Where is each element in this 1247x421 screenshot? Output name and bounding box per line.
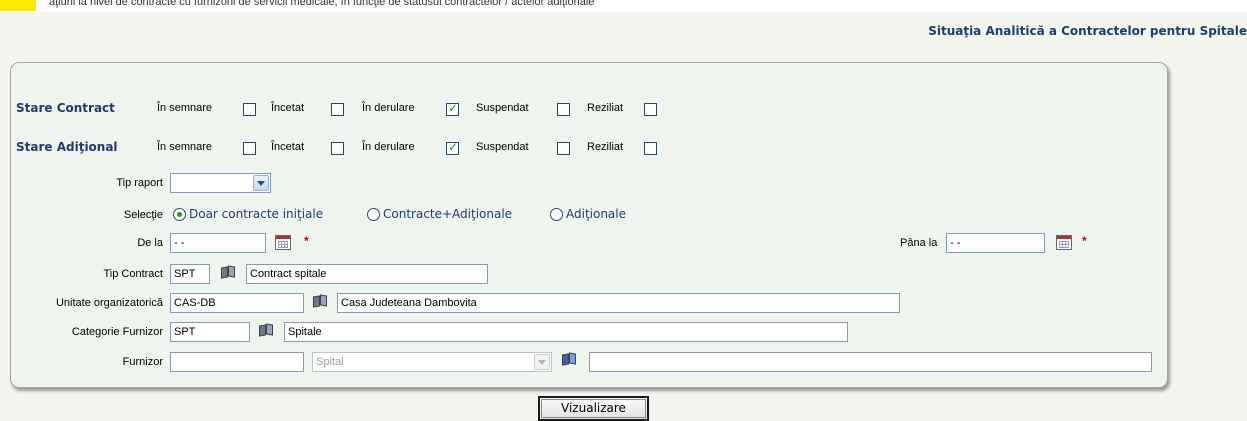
tip-raport-label: Tip raport [116, 177, 163, 189]
unitate-name-input[interactable]: Casa Judeteana Dambovita [337, 293, 900, 313]
stare-aditional-incetat-checkbox[interactable] [331, 142, 344, 155]
vizualizare-button[interactable]: Vizualizare [538, 396, 649, 421]
pana-la-required-mark: * [1082, 234, 1087, 248]
stare-aditional-in-semnare-checkbox[interactable] [243, 142, 256, 155]
selectie-aditionale-radio[interactable] [550, 208, 563, 221]
tip-contract-code-input[interactable]: SPT [170, 264, 210, 284]
furnizor-type-select: Spital [312, 352, 552, 372]
tip-raport-select[interactable] [170, 173, 271, 193]
stare-aditional-label: Stare Adiţional [16, 140, 118, 154]
pana-la-date-input[interactable]: - - [946, 233, 1045, 253]
highlight-mark [0, 0, 36, 11]
stare-aditional-reziliat-label: Reziliat [587, 141, 624, 153]
stare-contract-suspendat-checkbox[interactable] [557, 103, 570, 116]
book-lookup-icon[interactable] [561, 352, 577, 366]
tip-contract-label: Tip Contract [103, 268, 163, 280]
stare-aditional-reziliat-checkbox[interactable] [644, 142, 657, 155]
stare-aditional-incetat-label: Încetat [271, 141, 305, 153]
furnizor-label: Furnizor [122, 356, 163, 368]
book-lookup-icon[interactable] [312, 294, 328, 308]
chevron-down-icon [534, 354, 550, 370]
stare-aditional-suspendat-checkbox[interactable] [557, 142, 570, 155]
de-la-date-input[interactable]: - - [170, 233, 266, 253]
stare-contract-incetat-checkbox[interactable] [331, 103, 344, 116]
de-la-label: De la [137, 237, 163, 249]
selectie-label: Selecţie [123, 209, 163, 221]
furnizor-code-input[interactable] [170, 352, 304, 372]
de-la-required-mark: * [304, 234, 309, 248]
stare-aditional-in-derulare-label: În derulare [362, 141, 415, 153]
page-title: Situaţia Analitică a Contractelor pentru… [928, 24, 1247, 38]
stare-contract-in-semnare-label: În semnare [157, 102, 213, 114]
stare-contract-in-derulare-checkbox[interactable] [446, 101, 459, 116]
tip-contract-name-input[interactable]: Contract spitale [246, 264, 488, 284]
furnizor-name-input[interactable] [589, 352, 1152, 372]
calendar-icon[interactable] [275, 235, 291, 250]
stare-aditional-in-derulare-checkbox[interactable] [446, 140, 459, 155]
stare-contract-reziliat-checkbox[interactable] [644, 103, 657, 116]
top-info-strip: ăţiuni la nivel de contracte cu furnizor… [0, 0, 1247, 12]
unitate-organizatorica-label: Unitate organizatorică [55, 297, 163, 309]
selectie-doar-initiale-radio[interactable] [173, 208, 186, 221]
stare-contract-in-semnare-checkbox[interactable] [243, 103, 256, 116]
calendar-icon[interactable] [1056, 235, 1072, 250]
stare-contract-label: Stare Contract [16, 101, 115, 115]
selectie-contracte-aditionale-radio[interactable] [367, 208, 380, 221]
stare-contract-suspendat-label: Suspendat [476, 102, 529, 114]
categorie-furnizor-label: Categorie Furnizor [71, 326, 163, 338]
selectie-doar-initiale-label: Doar contracte iniţiale [189, 207, 324, 221]
vizualizare-button-label: Vizualizare [561, 401, 626, 415]
unitate-code-input[interactable]: CAS-DB [170, 293, 304, 313]
stare-aditional-suspendat-label: Suspendat [476, 141, 529, 153]
stare-contract-reziliat-label: Reziliat [587, 102, 624, 114]
categorie-code-input[interactable]: SPT [170, 322, 250, 342]
selectie-aditionale-label: Adiţionale [566, 207, 627, 221]
stare-contract-in-derulare-label: În derulare [362, 102, 415, 114]
book-lookup-icon[interactable] [258, 323, 274, 337]
top-info-text: ăţiuni la nivel de contracte cu furnizor… [49, 0, 595, 8]
pana-la-label: Pâna la [900, 237, 938, 249]
stare-contract-incetat-label: Încetat [271, 102, 305, 114]
categorie-name-input[interactable]: Spitale [284, 322, 848, 342]
chevron-down-icon[interactable] [253, 175, 269, 191]
furnizor-type-value: Spital [316, 356, 344, 368]
book-lookup-icon[interactable] [220, 265, 236, 279]
selectie-contracte-aditionale-label: Contracte+Adiţionale [383, 207, 513, 221]
stare-aditional-in-semnare-label: În semnare [157, 141, 213, 153]
